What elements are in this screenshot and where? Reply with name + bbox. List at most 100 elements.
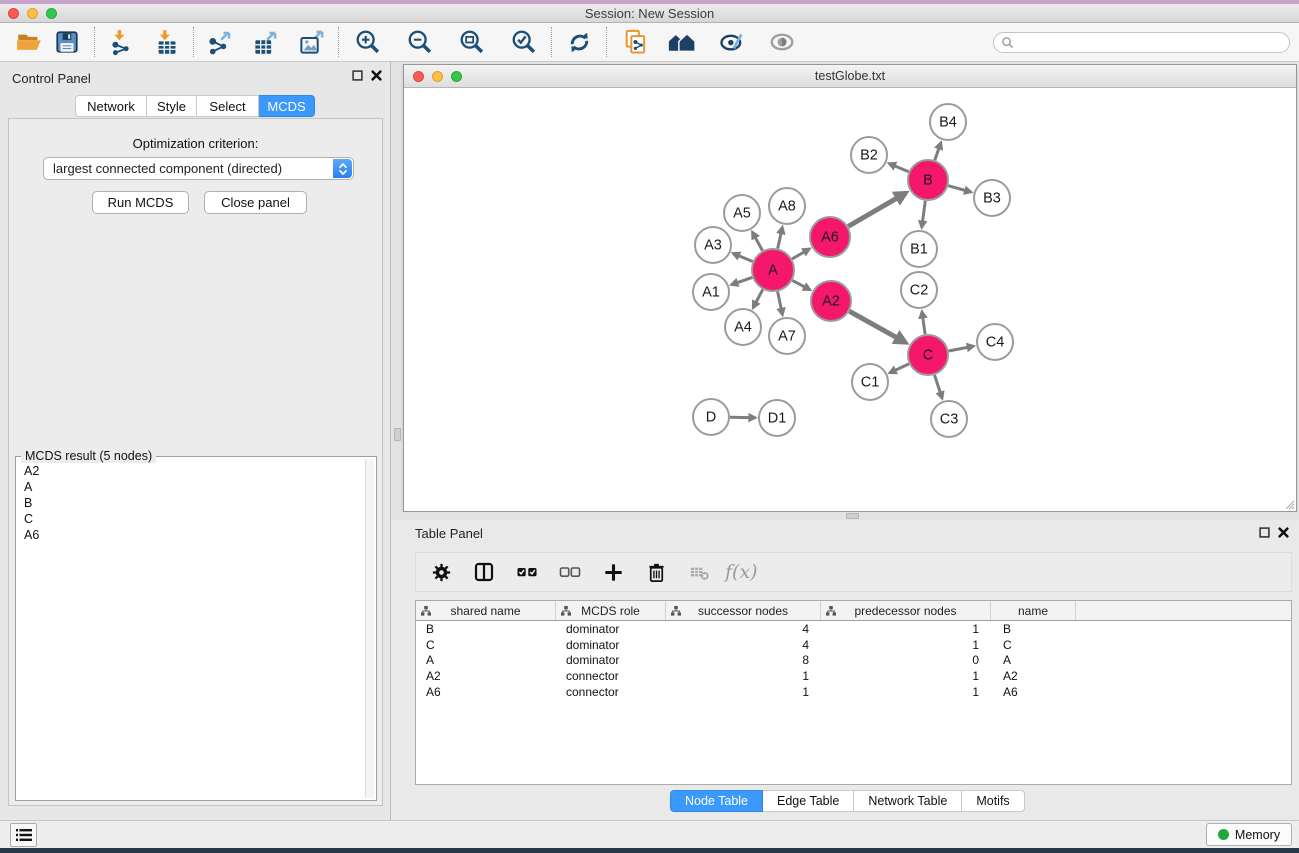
horizontal-split-divider[interactable]	[391, 512, 1299, 520]
graph-edge-C-C3[interactable]	[935, 375, 943, 398]
table-cell[interactable]: dominator	[556, 653, 666, 667]
table-row[interactable]: Cdominator41C	[416, 637, 1291, 653]
mcds-result-item[interactable]: A6	[16, 527, 364, 543]
unselect-all-icon[interactable]	[557, 559, 583, 585]
close-panel-icon[interactable]	[1278, 527, 1289, 538]
memory-button[interactable]: Memory	[1206, 823, 1292, 846]
mcds-result-item[interactable]: B	[16, 495, 364, 511]
run-mcds-button[interactable]: Run MCDS	[92, 191, 189, 214]
export-image-icon[interactable]	[296, 27, 326, 57]
task-history-button[interactable]	[10, 823, 37, 847]
save-session-icon[interactable]	[52, 27, 82, 57]
table-cell[interactable]: A	[991, 653, 1076, 667]
tab-mcds[interactable]: MCDS	[259, 95, 315, 117]
table-row[interactable]: A2connector11A2	[416, 668, 1291, 684]
table-cell[interactable]: B	[991, 622, 1076, 636]
graph-edge-A-A2[interactable]	[792, 280, 809, 289]
column-header-successor-nodes[interactable]: successor nodes	[666, 601, 821, 620]
table-cell[interactable]: connector	[556, 669, 666, 683]
tab-edge-table[interactable]: Edge Table	[763, 790, 854, 812]
mcds-result-list[interactable]: A2ABCA6	[16, 463, 364, 798]
graph-edge-A6-B[interactable]	[848, 193, 905, 226]
mcds-result-item[interactable]: A2	[16, 463, 364, 479]
table-cell[interactable]: C	[416, 638, 556, 652]
graph-edge-B-B3[interactable]	[948, 186, 971, 192]
search-input[interactable]	[1018, 36, 1289, 50]
select-all-icon[interactable]	[514, 559, 540, 585]
export-network-icon[interactable]	[204, 27, 234, 57]
table-row[interactable]: A6connector11A6	[416, 684, 1291, 700]
table-cell[interactable]: 1	[821, 638, 991, 652]
tab-select[interactable]: Select	[197, 95, 259, 117]
tab-motifs[interactable]: Motifs	[962, 790, 1024, 812]
result-scrollbar[interactable]	[365, 459, 374, 798]
column-header-predecessor-nodes[interactable]: predecessor nodes	[821, 601, 991, 620]
table-cell[interactable]: connector	[556, 685, 666, 699]
add-row-icon[interactable]	[600, 559, 626, 585]
import-network-icon[interactable]	[105, 27, 135, 57]
close-panel-button[interactable]: Close panel	[204, 191, 307, 214]
table-cell[interactable]: 4	[666, 638, 821, 652]
table-cell[interactable]: 1	[821, 669, 991, 683]
table-cell[interactable]: 8	[666, 653, 821, 667]
mcds-result-item[interactable]: A	[16, 479, 364, 495]
table-row[interactable]: Adominator80A	[416, 652, 1291, 668]
graph-edge-A-A3[interactable]	[733, 254, 752, 262]
table-row[interactable]: Bdominator41B	[416, 621, 1291, 637]
zoom-fit-icon[interactable]	[457, 27, 487, 57]
home-icon[interactable]	[667, 27, 697, 57]
refresh-icon[interactable]	[564, 27, 594, 57]
table-cell[interactable]: C	[991, 638, 1076, 652]
table-cell[interactable]: dominator	[556, 638, 666, 652]
table-cell[interactable]: B	[416, 622, 556, 636]
mcds-result-item[interactable]: C	[16, 511, 364, 527]
table-cell[interactable]: A2	[991, 669, 1076, 683]
graph-edge-B-B2[interactable]	[889, 164, 908, 172]
table-cell[interactable]: A2	[416, 669, 556, 683]
column-header-shared-name[interactable]: shared name	[416, 601, 556, 620]
graph-edge-C-C4[interactable]	[949, 346, 974, 351]
graph-edge-C-C1[interactable]	[890, 364, 909, 373]
graph-edge-B-B4[interactable]	[935, 143, 941, 160]
table-cell[interactable]: 1	[821, 622, 991, 636]
table-cell[interactable]: 0	[821, 653, 991, 667]
column-header-mcds-role[interactable]: MCDS role	[556, 601, 666, 620]
window-titlebar[interactable]: Session: New Session	[0, 4, 1299, 23]
delete-row-icon[interactable]	[643, 559, 669, 585]
table-cell[interactable]: 1	[666, 669, 821, 683]
resize-gripper-icon[interactable]	[1283, 498, 1295, 510]
divider-handle[interactable]	[846, 513, 859, 519]
show-hide-details-icon[interactable]	[767, 27, 797, 57]
import-table-icon[interactable]	[151, 27, 181, 57]
clone-network-icon[interactable]	[621, 27, 651, 57]
tab-style[interactable]: Style	[147, 95, 197, 117]
table-cell[interactable]: 1	[666, 685, 821, 699]
column-visibility-icon[interactable]	[471, 559, 497, 585]
tab-network[interactable]: Network	[75, 95, 147, 117]
zoom-selected-icon[interactable]	[509, 27, 539, 57]
graph-edge-A-A1[interactable]	[732, 277, 753, 284]
table-cell[interactable]: A6	[416, 685, 556, 699]
graph-edge-A-A7[interactable]	[778, 292, 783, 315]
table-cell[interactable]: 1	[821, 685, 991, 699]
float-panel-icon[interactable]	[1259, 527, 1270, 538]
export-table-icon[interactable]	[250, 27, 280, 57]
tab-node-table[interactable]: Node Table	[670, 790, 763, 812]
graph-edge-B-B1[interactable]	[922, 201, 926, 227]
network-window-titlebar[interactable]: testGlobe.txt	[404, 65, 1296, 88]
table-cell[interactable]: 4	[666, 622, 821, 636]
network-canvas[interactable]: AA6A2BCA1A3A4A5A7A8B1B2B3B4C1C2C3C4DD1	[404, 88, 1296, 511]
graph-edge-A-A8[interactable]	[778, 228, 783, 249]
close-panel-icon[interactable]	[371, 70, 382, 81]
zoom-in-icon[interactable]	[353, 27, 383, 57]
column-header-name[interactable]: name	[991, 601, 1076, 620]
graph-edge-A-A4[interactable]	[753, 290, 763, 308]
table-cell[interactable]: A6	[991, 685, 1076, 699]
criterion-select[interactable]: largest connected component (directed)	[43, 157, 354, 180]
tab-network-table[interactable]: Network Table	[854, 790, 962, 812]
table-cell[interactable]: dominator	[556, 622, 666, 636]
zoom-out-icon[interactable]	[405, 27, 435, 57]
float-panel-icon[interactable]	[352, 70, 363, 81]
table-cell[interactable]: A	[416, 653, 556, 667]
search-field[interactable]	[993, 32, 1290, 53]
